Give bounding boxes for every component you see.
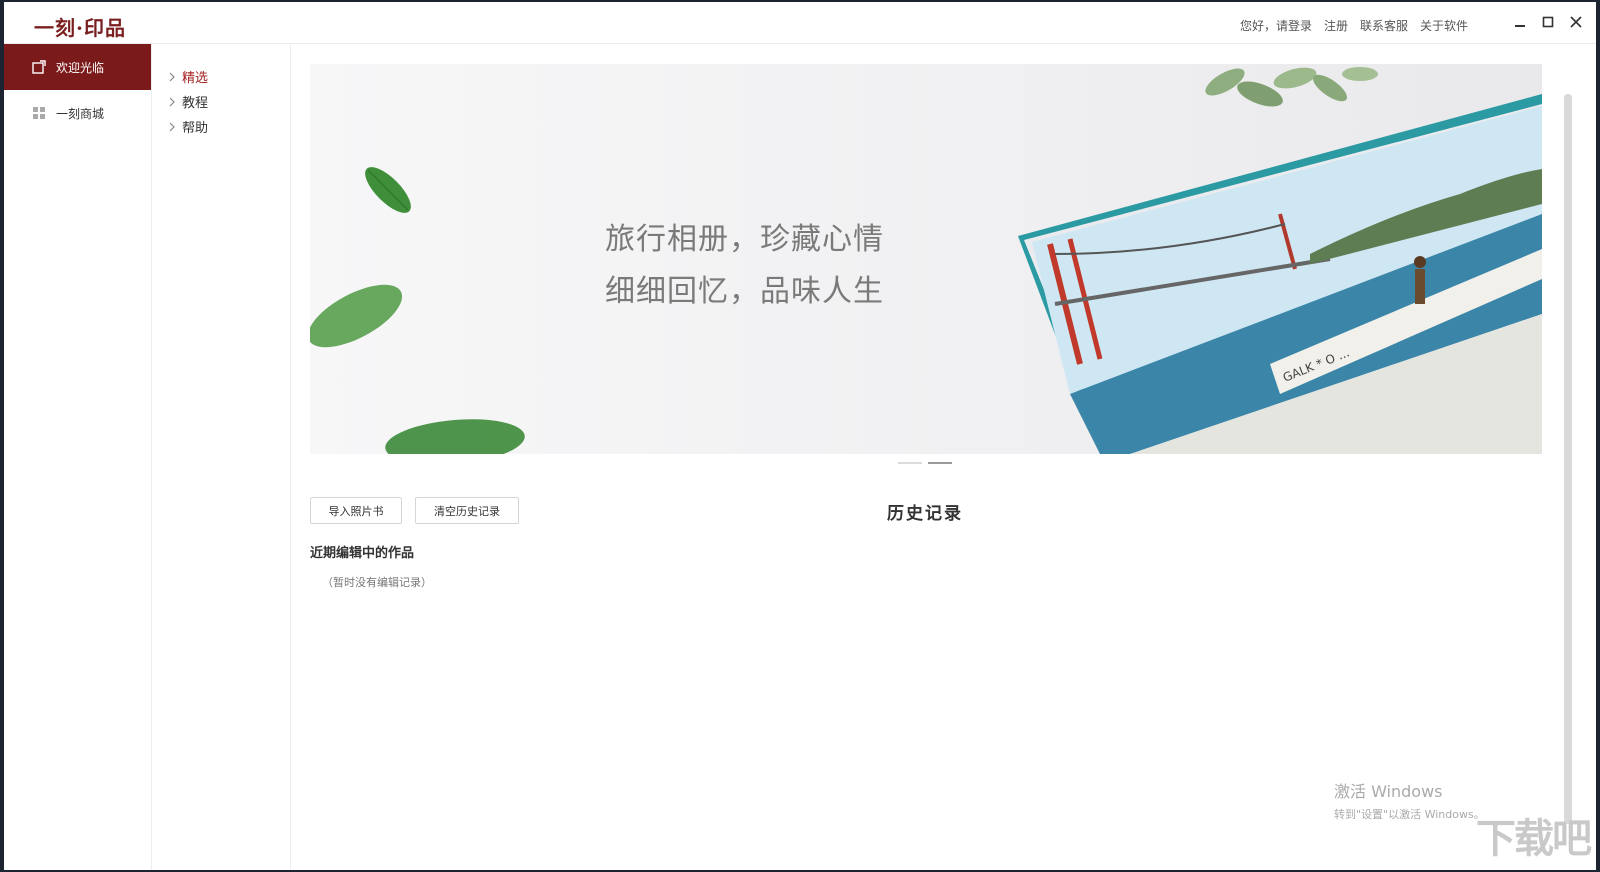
history-title: 历史记录 xyxy=(887,504,963,524)
import-photobook-button[interactable]: 导入照片书 xyxy=(310,497,402,524)
site-watermark: 下载吧 xyxy=(1476,815,1592,862)
nav-item-label: 欢迎光临 xyxy=(56,60,105,75)
carousel-dot-1[interactable] xyxy=(898,462,922,464)
nav-item-label: 一刻商城 xyxy=(56,106,105,121)
top-links: 您好，请登录 注册 联系客服 关于软件 xyxy=(1240,17,1468,34)
sub-item-tutorial[interactable]: 教程 xyxy=(152,89,290,114)
about-software-link[interactable]: 关于软件 xyxy=(1420,17,1468,34)
main-content: GALK * O ... 旅行相册，珍藏心情 细细回忆，品味人生 导入照片书 清… xyxy=(292,44,1576,870)
contact-service-link[interactable]: 联系客服 xyxy=(1360,17,1408,34)
register-link[interactable]: 注册 xyxy=(1324,17,1348,34)
clear-history-button[interactable]: 清空历史记录 xyxy=(415,497,519,524)
welcome-icon xyxy=(32,60,46,74)
sub-item-label: 精选 xyxy=(182,71,209,86)
recent-works-heading: 近期编辑中的作品 xyxy=(310,546,415,561)
chevron-right-icon xyxy=(169,122,175,131)
banner-line-2: 细细回忆，品味人生 xyxy=(605,274,884,309)
chevron-right-icon xyxy=(169,97,175,106)
close-icon[interactable] xyxy=(1566,12,1586,32)
carousel-dot-2[interactable] xyxy=(928,462,952,464)
banner-slogan: 旅行相册，珍藏心情 细细回忆，品味人生 xyxy=(605,214,884,318)
maximize-icon[interactable] xyxy=(1538,12,1558,32)
activation-line-2: 转到"设置"以激活 Windows。 xyxy=(1334,808,1485,821)
chevron-right-icon xyxy=(169,72,175,81)
nav-item-mall[interactable]: 一刻商城 xyxy=(4,90,151,136)
app-logo: 一刻·印品 xyxy=(34,16,126,40)
sub-item-label: 帮助 xyxy=(182,121,209,136)
empty-history-note: （暂时没有编辑记录） xyxy=(322,576,432,589)
activation-line-1: 激活 Windows xyxy=(1334,782,1443,801)
minimize-icon[interactable] xyxy=(1510,12,1530,32)
grid-icon xyxy=(32,106,46,120)
left-nav: 欢迎光临 一刻商城 xyxy=(4,44,152,870)
sub-item-featured[interactable]: 精选 xyxy=(152,64,290,89)
app-window: 一刻·印品 您好，请登录 注册 联系客服 关于软件 欢迎光临 一刻商城 精选 教… xyxy=(4,2,1596,870)
banner-illustration: GALK * O ... xyxy=(310,67,1542,454)
sub-item-label: 教程 xyxy=(182,96,209,111)
banner-line-1: 旅行相册，珍藏心情 xyxy=(605,222,884,257)
title-bar: 一刻·印品 您好，请登录 注册 联系客服 关于软件 xyxy=(4,2,1596,44)
windows-activation-notice: 激活 Windows 转到"设置"以激活 Windows。 xyxy=(1334,778,1485,822)
window-controls xyxy=(1510,12,1586,32)
scrollbar-thumb[interactable] xyxy=(1564,94,1572,824)
scrollbar[interactable] xyxy=(1564,94,1572,824)
banner-carousel[interactable]: GALK * O ... 旅行相册，珍藏心情 细细回忆，品味人生 xyxy=(310,64,1542,454)
nav-item-welcome[interactable]: 欢迎光临 xyxy=(4,44,151,90)
login-link[interactable]: 您好，请登录 xyxy=(1240,17,1312,34)
sub-nav: 精选 教程 帮助 xyxy=(152,44,291,870)
sub-item-help[interactable]: 帮助 xyxy=(152,114,290,139)
carousel-indicators xyxy=(898,462,952,464)
